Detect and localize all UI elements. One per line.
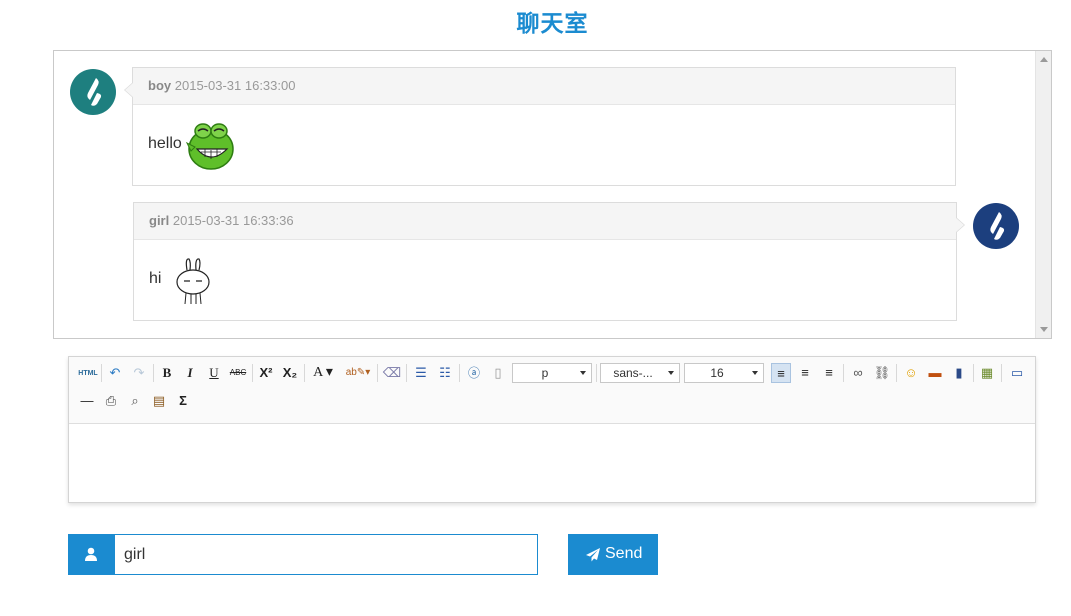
- font-family-value: sans-...: [613, 366, 653, 380]
- paragraph-format-value: p: [541, 366, 549, 380]
- user-addon: [68, 534, 115, 575]
- anchor-icon[interactable]: ⓐ: [464, 363, 484, 383]
- unordered-list-icon[interactable]: ☷: [435, 363, 455, 383]
- scroll-down-arrow-icon[interactable]: [1040, 327, 1048, 332]
- chevron-down-icon: [752, 371, 758, 375]
- emoji-icon[interactable]: ☺: [901, 363, 921, 383]
- paragraph-format-select[interactable]: p: [512, 363, 592, 383]
- strikethrough-icon[interactable]: ABC: [228, 363, 248, 383]
- send-button[interactable]: Send: [568, 534, 658, 575]
- superscript-icon[interactable]: X²: [256, 363, 276, 383]
- message-time: 2015-03-31 16:33:00: [174, 78, 296, 93]
- html-source-button[interactable]: HTML: [77, 364, 99, 384]
- scroll-up-arrow-icon[interactable]: [1040, 57, 1048, 62]
- editor-content-area[interactable]: [69, 424, 1035, 502]
- image-icon[interactable]: ▬: [925, 363, 945, 383]
- eraser-icon[interactable]: ⌫: [382, 363, 402, 383]
- message-user: boy: [148, 78, 172, 93]
- print-icon[interactable]: ⎙: [101, 391, 121, 411]
- insert-table-icon[interactable]: ▦: [977, 363, 997, 383]
- message-header: girl 2015-03-31 16:33:36: [134, 203, 956, 240]
- search-icon[interactable]: ⌕: [125, 391, 145, 411]
- message-editor: HTML ↶ ↷ B I U ABC X² X₂ A ▾ ab✎▾ ⌫ ☰ ☷ …: [68, 356, 1036, 503]
- align-left-icon[interactable]: ≡: [771, 363, 791, 383]
- font-family-select[interactable]: sans-...: [600, 363, 680, 383]
- logo-icon: [990, 212, 1005, 240]
- green-frog-emoji: [185, 123, 234, 170]
- username-input[interactable]: [115, 534, 538, 575]
- underline-icon[interactable]: U: [204, 363, 224, 383]
- subscript-icon[interactable]: X₂: [280, 363, 300, 383]
- chevron-down-icon: [580, 371, 586, 375]
- rabbit-emoji: [176, 258, 210, 305]
- horizontal-rule-icon[interactable]: —: [77, 391, 97, 411]
- avatar-boy: [70, 69, 116, 115]
- unlink-icon[interactable]: ⛓: [872, 363, 892, 383]
- preview-screen-icon[interactable]: ▭: [1007, 363, 1027, 383]
- message-body: hello: [133, 105, 955, 185]
- align-right-icon[interactable]: ≡: [819, 363, 839, 383]
- message-body: hi: [134, 240, 956, 320]
- highlight-color-icon[interactable]: ab✎▾: [343, 363, 373, 383]
- align-center-icon[interactable]: ≡: [795, 363, 815, 383]
- page-icon[interactable]: ▯: [488, 363, 508, 383]
- username-input-group: [68, 534, 538, 575]
- ordered-list-icon[interactable]: ☰: [411, 363, 431, 383]
- formula-sigma-icon[interactable]: Σ: [173, 391, 193, 411]
- video-icon[interactable]: ▮: [949, 363, 969, 383]
- chevron-down-icon: [668, 371, 674, 375]
- user-icon: [85, 547, 97, 561]
- font-color-icon[interactable]: A ▾: [309, 363, 337, 383]
- send-label: Send: [605, 545, 643, 562]
- avatar-girl: [973, 203, 1019, 249]
- redo-icon[interactable]: ↷: [129, 363, 149, 383]
- paste-icon[interactable]: ▤: [149, 391, 169, 411]
- message-bubble-boy: boy 2015-03-31 16:33:00 hello: [124, 67, 956, 186]
- message-text: hi: [149, 270, 162, 287]
- message-bubble-girl: girl 2015-03-31 16:33:36 hi: [133, 202, 965, 321]
- paper-plane-icon: [586, 548, 600, 562]
- bold-icon[interactable]: B: [157, 363, 177, 383]
- chat-scrollbar[interactable]: [1035, 51, 1051, 338]
- font-size-select[interactable]: 16: [684, 363, 764, 383]
- editor-toolbar: HTML ↶ ↷ B I U ABC X² X₂ A ▾ ab✎▾ ⌫ ☰ ☷ …: [69, 357, 1035, 424]
- chat-message-list[interactable]: boy 2015-03-31 16:33:00 hello girl 2015-…: [53, 50, 1052, 339]
- italic-icon[interactable]: I: [180, 363, 200, 383]
- link-icon[interactable]: ∞: [848, 363, 868, 383]
- message-text: hello: [148, 135, 182, 152]
- message-header: boy 2015-03-31 16:33:00: [133, 68, 955, 105]
- font-size-value: 16: [710, 366, 724, 380]
- logo-icon: [87, 78, 102, 106]
- message-time: 2015-03-31 16:33:36: [172, 213, 294, 228]
- undo-icon[interactable]: ↶: [105, 363, 125, 383]
- message-user: girl: [149, 213, 170, 228]
- page-title: 聊天室: [516, 11, 589, 37]
